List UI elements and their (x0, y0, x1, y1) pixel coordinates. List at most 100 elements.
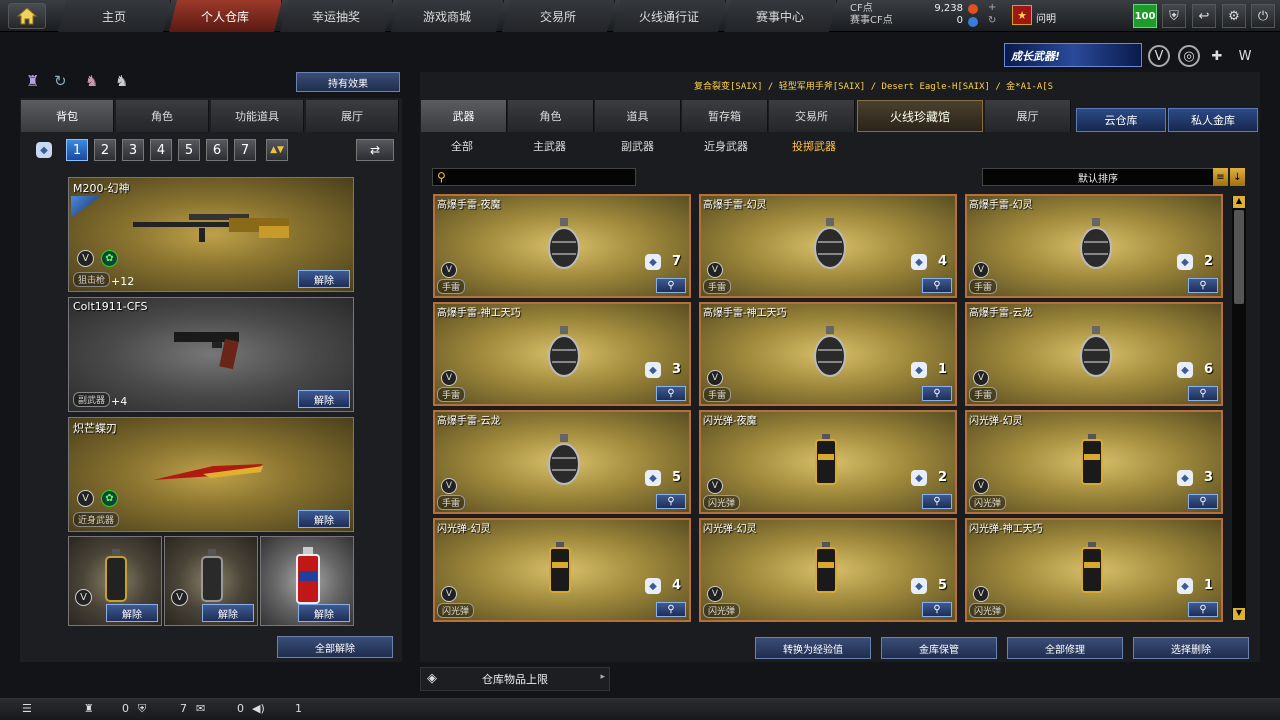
scroll-thumb[interactable] (1234, 210, 1244, 304)
unequip-button[interactable]: 解除 (106, 604, 158, 622)
character-icon[interactable]: ♞ (85, 72, 98, 90)
item-card[interactable]: 闪光弹-神工天巧 V ◆ 1 闪光弹 ⚲ (965, 518, 1223, 622)
unequip-button[interactable]: 解除 (298, 390, 350, 408)
tab-items[interactable]: 道具 (595, 100, 681, 132)
gear-icon[interactable]: ⚙ (1222, 4, 1246, 28)
repair-all-button[interactable]: 全部修理 (1007, 637, 1123, 659)
page-button-1[interactable]: 1 (66, 139, 88, 161)
page-stepper[interactable]: ▲▼ (266, 139, 288, 161)
left-tab-backpack[interactable]: 背包 (21, 100, 114, 132)
unequip-all-button[interactable]: 全部解除 (277, 636, 393, 658)
magnify-icon[interactable]: ⚲ (1188, 386, 1218, 401)
convert-exp-button[interactable]: 转换为经验值 (755, 637, 871, 659)
page-button-4[interactable]: 4 (150, 139, 172, 161)
list-view-icon[interactable]: ≡ (1213, 168, 1228, 186)
menu-icon[interactable]: ☰ (22, 702, 32, 715)
storage-limit-button[interactable]: ◈ 仓库物品上限 ▸ (420, 667, 610, 691)
tab-temp-box[interactable]: 暂存箱 (682, 100, 768, 132)
grenade-slot[interactable]: V 解除 (68, 536, 162, 626)
nav-tab-shop[interactable]: 游戏商城 (391, 0, 504, 32)
magnify-icon[interactable]: ⚲ (922, 278, 952, 293)
cloud-storage-button[interactable]: 云仓库 (1076, 108, 1166, 132)
equip-slot-melee[interactable]: 炽芒蝶刃 V ✿ 近身武器 解除 (68, 417, 354, 532)
sub-tab-secondary[interactable]: 副武器 (621, 137, 654, 155)
tab-hall[interactable]: 展厅 (985, 100, 1071, 132)
volume-icon[interactable]: ◀) (252, 702, 265, 715)
add-cf-icon[interactable]: + (988, 2, 996, 13)
friends-icon[interactable]: ♜ (84, 702, 94, 715)
sub-tab-primary[interactable]: 主武器 (533, 137, 566, 155)
equip-slot-secondary[interactable]: Colt1911-CFS 副武器 +4 解除 (68, 297, 354, 412)
page-button-5[interactable]: 5 (178, 139, 200, 161)
cycle-icon[interactable]: ↻ (54, 72, 67, 90)
item-card[interactable]: 闪光弹-幻灵 V ◆ 5 闪光弹 ⚲ (699, 518, 957, 622)
tab-weapons[interactable]: 武器 (421, 100, 507, 132)
power-icon[interactable]: ⏻ (1251, 4, 1275, 28)
v-emblem-icon[interactable]: V (1148, 45, 1170, 67)
shield-icon[interactable]: ⛨ (1162, 4, 1186, 28)
tab-character[interactable]: 角色 (508, 100, 594, 132)
magnify-icon[interactable]: ⚲ (656, 602, 686, 617)
hold-effect-button[interactable]: 持有效果 (296, 72, 400, 92)
return-icon[interactable]: ↩ (1192, 4, 1216, 28)
scroll-down-icon[interactable]: ▼ (1233, 608, 1245, 620)
item-card[interactable]: 闪光弹-幻灵 V ◆ 4 闪光弹 ⚲ (433, 518, 691, 622)
sub-tab-throwable[interactable]: 投掷武器 (792, 137, 836, 155)
left-tab-hall[interactable]: 展厅 (306, 100, 399, 132)
item-card[interactable]: 高爆手雷-云龙 V ◆ 6 手雷 ⚲ (965, 302, 1223, 406)
item-card[interactable]: 高爆手雷-神工天巧 V ◆ 3 手雷 ⚲ (433, 302, 691, 406)
left-tab-character[interactable]: 角色 (116, 100, 209, 132)
item-card[interactable]: 高爆手雷-夜魔 V ◆ 7 手雷 ⚲ (433, 194, 691, 298)
private-vault-button[interactable]: 私人金库 (1168, 108, 1258, 132)
magnify-icon[interactable]: ⚲ (656, 278, 686, 293)
tab-exchange[interactable]: 交易所 (769, 100, 855, 132)
search-input[interactable]: ⚲ (432, 168, 636, 186)
magnify-icon[interactable]: ⚲ (656, 386, 686, 401)
vault-store-button[interactable]: 金库保管 (881, 637, 997, 659)
guild-icon[interactable]: ⛨ (138, 702, 146, 716)
growth-weapon-banner[interactable]: 成长武器! (1004, 43, 1142, 67)
magnify-icon[interactable]: ⚲ (1188, 278, 1218, 293)
chat-icon[interactable]: ✉ (196, 702, 205, 715)
item-card[interactable]: 闪光弹-夜魔 V ◆ 2 闪光弹 ⚲ (699, 410, 957, 514)
nav-tab-events[interactable]: 赛事中心 (724, 0, 837, 32)
target-icon[interactable]: ◎ (1178, 45, 1200, 67)
select-delete-button[interactable]: 选择删除 (1133, 637, 1249, 659)
item-card[interactable]: 高爆手雷-云龙 V ◆ 5 手雷 ⚲ (433, 410, 691, 514)
unequip-button[interactable]: 解除 (202, 604, 254, 622)
equip-slot-primary[interactable]: M200-幻神 V ✿ 狙击枪 +12 解除 (68, 177, 354, 292)
item-card[interactable]: 高爆手雷-神工天巧 V ◆ 1 手雷 ⚲ (699, 302, 957, 406)
refresh-icon[interactable]: ↻ (988, 15, 996, 26)
magnify-icon[interactable]: ⚲ (1188, 494, 1218, 509)
unequip-button[interactable]: 解除 (298, 270, 350, 288)
page-button-2[interactable]: 2 (94, 139, 116, 161)
sort-order-icon[interactable]: ↓ (1230, 168, 1245, 186)
grenade-slot[interactable]: 解除 (260, 536, 354, 626)
wings-icon[interactable]: W (1234, 45, 1256, 67)
scroll-up-icon[interactable]: ▲ (1233, 196, 1245, 208)
stats-icon[interactable]: ♜ (26, 72, 39, 90)
grenade-slot[interactable]: V 解除 (164, 536, 258, 626)
magnify-icon[interactable]: ⚲ (922, 494, 952, 509)
nav-tab-lottery[interactable]: 幸运抽奖 (280, 0, 393, 32)
home-button[interactable] (8, 3, 46, 29)
swap-icon[interactable]: ⇄ (356, 139, 394, 161)
magnify-icon[interactable]: ⚲ (1188, 602, 1218, 617)
tools-icon[interactable]: ✚ (1206, 45, 1228, 67)
item-card[interactable]: 高爆手雷-幻灵 V ◆ 4 手雷 ⚲ (699, 194, 957, 298)
item-card[interactable]: 闪光弹-幻灵 V ◆ 3 闪光弹 ⚲ (965, 410, 1223, 514)
sub-tab-all[interactable]: 全部 (451, 137, 473, 155)
bag-icon[interactable]: ♞ (115, 72, 128, 90)
item-card[interactable]: 高爆手雷-幻灵 V ◆ 2 手雷 ⚲ (965, 194, 1223, 298)
nav-tab-pass[interactable]: 火线通行证 (613, 0, 726, 32)
page-button-7[interactable]: 7 (234, 139, 256, 161)
nav-tab-exchange[interactable]: 交易所 (502, 0, 615, 32)
scrollbar[interactable]: ▲ ▼ (1232, 196, 1246, 620)
magnify-icon[interactable]: ⚲ (922, 386, 952, 401)
magnify-icon[interactable]: ⚲ (922, 602, 952, 617)
tab-collection[interactable]: 火线珍藏馆 (857, 100, 983, 132)
sub-tab-melee[interactable]: 近身武器 (704, 137, 748, 155)
page-button-6[interactable]: 6 (206, 139, 228, 161)
magnify-icon[interactable]: ⚲ (656, 494, 686, 509)
left-tab-function[interactable]: 功能道具 (211, 100, 304, 132)
